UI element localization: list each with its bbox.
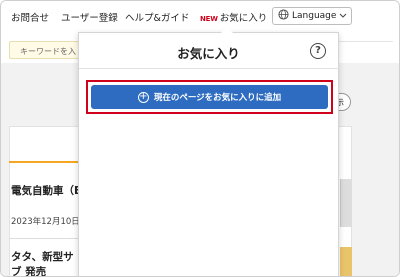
popup-arrow: [221, 27, 233, 33]
chevron-down-icon: [339, 12, 347, 20]
nav-contact-link[interactable]: お問合せ: [11, 10, 49, 24]
article-thumbnail[interactable]: [340, 179, 352, 227]
section-accent-line: [9, 161, 79, 163]
highlight-box: + 現在のページをお気に入りに追加: [86, 80, 333, 114]
search-bar-edge: [339, 41, 393, 59]
nav-favorites-link[interactable]: NEW お気に入り: [200, 10, 267, 24]
nav-register-link[interactable]: ユーザー登録: [61, 10, 118, 24]
add-to-favorites-label: 現在のページをお気に入りに追加: [153, 93, 282, 103]
language-selector[interactable]: Language: [272, 7, 352, 25]
add-to-favorites-button[interactable]: + 現在のページをお気に入りに追加: [91, 85, 328, 109]
top-nav: お問合せ ユーザー登録 ヘルプ&ガイド NEW お気に入り Language: [1, 1, 399, 33]
article-divider: [9, 238, 79, 239]
article-title[interactable]: タタ、新型サブ 発売: [11, 250, 83, 276]
help-icon[interactable]: ?: [310, 43, 326, 59]
search-input[interactable]: キーワードを入: [9, 41, 79, 59]
language-label: Language: [292, 11, 337, 21]
plus-circle-icon: +: [137, 90, 149, 103]
popup-header: お気に入り ?: [79, 33, 338, 69]
article-date: 2023年12月10日(: [11, 217, 84, 227]
new-badge: NEW: [200, 15, 218, 23]
article-thumbnail[interactable]: [340, 247, 352, 276]
article-title[interactable]: 電気自動車（E: [11, 183, 81, 198]
popup-title: お気に入り: [177, 46, 240, 61]
nav-favorites-label: お気に入り: [219, 13, 268, 24]
favorites-popup: お気に入り ? + 現在のページをお気に入りに追加: [78, 32, 339, 276]
browser-frame: お問合せ ユーザー登録 ヘルプ&ガイド NEW お気に入り Language キー…: [0, 0, 400, 277]
globe-icon: [278, 9, 289, 23]
nav-help-link[interactable]: ヘルプ&ガイド: [125, 10, 189, 24]
